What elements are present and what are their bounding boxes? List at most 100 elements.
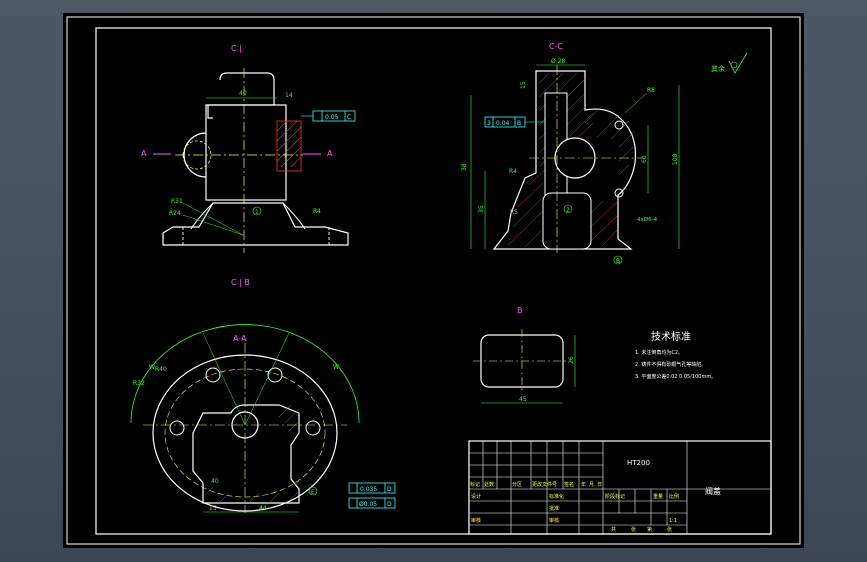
aa-radial-2 xyxy=(244,332,290,426)
view-b: B 45 26 xyxy=(473,306,576,404)
aa-section-body xyxy=(192,404,300,504)
dim-15-aa: 15 xyxy=(209,505,217,512)
dim-60: 60 xyxy=(641,155,648,163)
roughness-note: 其余 xyxy=(711,52,748,74)
balloon-2-text: 2 xyxy=(566,207,570,214)
base-web-lines xyxy=(190,202,306,230)
cc-hole-upper xyxy=(614,120,624,130)
cut-label-a-right: A xyxy=(327,149,333,158)
cc-hole-lower xyxy=(614,188,624,198)
tb-sheet-2: 第 xyxy=(647,526,652,533)
dim-40: 40 xyxy=(239,90,247,97)
dim-r4-cc: R4 xyxy=(509,168,517,175)
leader-r8 xyxy=(624,92,648,114)
tb-right-label-0: 阶段标记 xyxy=(605,493,625,500)
section-view-c-c: C-C Ø 28 15 R8 R4 R5 38 35 60 108 4xØ6-4 xyxy=(461,42,680,265)
section-label-cc: C-C xyxy=(549,42,563,51)
cad-viewport[interactable]: C | A A 40 14 R31 R24 R4 0.05 C 1 C | B … xyxy=(63,13,804,548)
tb-left-label-0: 设计 xyxy=(471,493,481,500)
dim-w-left: W xyxy=(149,364,155,371)
dim-40-aa: 40 xyxy=(211,478,219,485)
title-block: HT200 阀盖 标记 处数 分区 更改文件号 签名 年 月 日 设计 审核 标… xyxy=(468,440,772,535)
dim-108: 108 xyxy=(672,153,679,165)
aa-hole-2 xyxy=(267,367,283,383)
leader-r31 xyxy=(182,202,244,236)
section-label-c-top: C | xyxy=(231,44,242,53)
tech-item-3: 3. 平面度公差0.02 0.05/100mm。 xyxy=(635,373,716,380)
tb-row-label-2: 分区 xyxy=(512,481,522,488)
fcf-datum-cc: B xyxy=(517,120,521,127)
tb-left-label-1: 审核 xyxy=(471,517,481,524)
tb-row-label-0: 标记 xyxy=(470,481,480,488)
dim-26: 26 xyxy=(568,356,575,364)
fcf-top-left: 0.05 C xyxy=(301,110,356,122)
fcf-datum: C xyxy=(347,114,351,121)
tb-right-label-2: 比例 xyxy=(669,493,679,500)
dim-r5: R5 xyxy=(510,209,518,216)
dim-35: 35 xyxy=(478,205,485,213)
tb-mid-label-2: 审核 xyxy=(549,517,559,524)
drawing-border-outer xyxy=(66,16,801,545)
cut-label-a-left: A xyxy=(141,149,147,158)
dim-r4: R4 xyxy=(313,208,321,215)
dim-r8: R8 xyxy=(647,87,655,94)
cc-bottom-slot xyxy=(542,192,592,250)
section-label-aa: A-A xyxy=(233,334,247,343)
aa-hole-3 xyxy=(169,420,185,436)
aa-radial-1 xyxy=(202,332,246,426)
tb-sheet-3: 张 xyxy=(667,526,672,533)
datum-b-text: B xyxy=(616,258,620,265)
tb-mid-label-1: 批准 xyxy=(549,505,559,512)
tb-right-label-1: 重量 xyxy=(653,493,663,500)
tb-row-label-5: 年 xyxy=(581,481,586,488)
dim-r24: R24 xyxy=(169,210,181,217)
dim-d28: Ø 28 xyxy=(551,58,565,65)
dim-r32: R32 xyxy=(133,380,145,387)
hatch-lines-right xyxy=(276,120,302,168)
main-body-outline xyxy=(205,104,287,201)
balloon-1-text: 1 xyxy=(255,209,259,216)
fcf-sym: 3 xyxy=(487,120,491,127)
dim-14: 14 xyxy=(285,92,293,99)
dim-r40: R40 xyxy=(155,366,167,373)
right-section-hatch xyxy=(276,120,302,172)
dim-44: 44 xyxy=(259,505,267,512)
dim-15: 15 xyxy=(520,81,527,89)
section-label-c-bottom: C | B xyxy=(231,278,250,287)
fcf-tol-cc: 0.04 xyxy=(496,120,510,127)
roughness-circle xyxy=(730,61,738,69)
leader-r24 xyxy=(182,214,244,236)
view-label-b: B xyxy=(517,306,523,315)
front-view-top-left: C | A A 40 14 R31 R24 R4 0.05 C 1 C | B xyxy=(141,44,356,287)
tb-part-name: 阀盖 xyxy=(705,486,721,496)
tb-sheet-1: 张 xyxy=(631,526,636,533)
fcf-aa-1-datum: D xyxy=(387,486,392,493)
engineering-drawing: C | A A 40 14 R31 R24 R4 0.05 C 1 C | B … xyxy=(66,16,801,545)
fcf-aa-2-datum: D xyxy=(387,501,392,508)
fcf-tol: 0.05 xyxy=(325,114,339,121)
tech-title: 技术标准 xyxy=(651,330,691,343)
tb-mid-label-0: 标准化 xyxy=(549,493,564,500)
tb-row-label-6: 月 xyxy=(589,482,594,488)
dim-38: 38 xyxy=(461,163,468,171)
aa-hole-4 xyxy=(305,420,321,436)
drawing-border-inner xyxy=(95,27,772,535)
tb-row-label-4: 签名 xyxy=(564,481,574,488)
dim-w-right: W xyxy=(333,364,339,371)
dim-r31: R31 xyxy=(171,198,183,205)
tech-requirements: 技术标准 1. 未注倒角均为C2。 2. 铸件不得有砂眼气孔等缺陷。 3. 平面… xyxy=(635,330,716,380)
aa-hole-1 xyxy=(205,367,221,383)
tech-item-2: 2. 铸件不得有砂眼气孔等缺陷。 xyxy=(635,361,706,368)
fcf-aa-2-tol: Ø0.05 xyxy=(359,501,377,508)
section-view-a-a: A-A R40 R32 15 40 44 W W 0.035 D Ø0.05 D… xyxy=(130,324,396,513)
tb-row-label-7: 日 xyxy=(597,482,602,488)
fcf-aa-1-tol: 0.035 xyxy=(360,486,377,493)
tb-scale: 1:1 xyxy=(669,518,677,524)
tb-material: HT200 xyxy=(627,459,650,467)
roughness-label: 其余 xyxy=(711,64,725,73)
fcf-aa-1: 0.035 D xyxy=(348,482,396,494)
tb-row-label-1: 处数 xyxy=(484,481,494,488)
datum-e-text: E xyxy=(311,489,315,496)
tb-row-label-3: 更改文件号 xyxy=(532,481,557,488)
tb-sheet-0: 共 xyxy=(611,526,616,533)
